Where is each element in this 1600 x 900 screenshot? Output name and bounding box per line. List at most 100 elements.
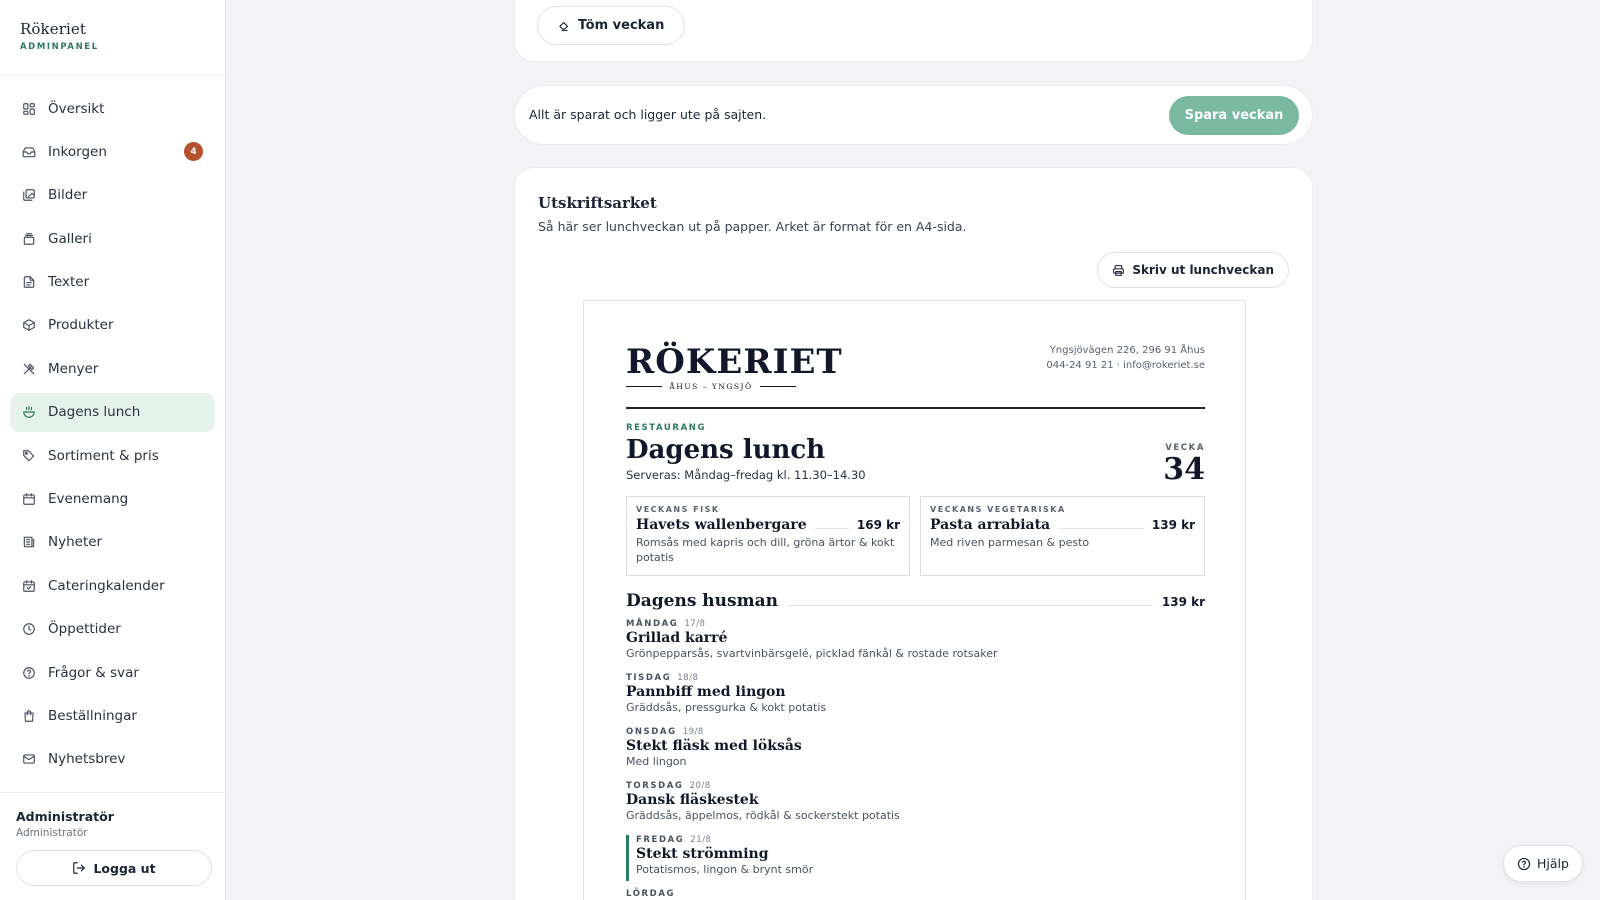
day-dish: Stekt strömming (636, 846, 769, 862)
featured-price: 169 kr (856, 518, 900, 532)
sidebar-item-menyer[interactable]: Menyer (10, 349, 215, 388)
clear-week-label: Töm veckan (578, 18, 665, 33)
user-name: Administratör (16, 809, 114, 824)
featured-name: Pasta arrabiata (930, 517, 1051, 533)
day-row: TISDAG 18/8 Pannbiff med lingon Gräddsås, p… (626, 673, 1206, 727)
save-week-button[interactable]: Spara veckan (1169, 96, 1299, 135)
sidebar-item-texter[interactable]: Texter (10, 263, 215, 302)
logo-divider (626, 386, 663, 387)
sidebar-item-nyhetsbrev[interactable]: Nyhetsbrev (10, 740, 215, 779)
day-date: 18/8 (677, 673, 699, 683)
print-week-button[interactable]: Skriv ut lunchveckan (1097, 252, 1289, 288)
sidebar-item-label: Nyheter (48, 534, 103, 551)
sidebar-item-label: Bilder (48, 187, 88, 204)
eraser-icon (559, 21, 569, 31)
sidebar-item-label: Produkter (48, 317, 114, 334)
day-date: 21/8 (690, 835, 712, 845)
day-heading: ONSDAG 19/8 (626, 727, 1206, 737)
sidebar-item-label: Dagens lunch (48, 404, 141, 421)
gallery-icon (22, 232, 36, 246)
sidebar-item-label: Nyhetsbrev (48, 751, 126, 768)
day-date: 19/8 (682, 727, 704, 737)
help-icon (1517, 857, 1531, 870)
sidebar-item-sortiment-pris[interactable]: Sortiment & pris (10, 436, 215, 475)
newspaper-icon (22, 535, 36, 549)
logo-wordmark: RÖKERIET (626, 342, 843, 382)
day-name: TISDAG (626, 673, 672, 683)
day-dish: Stekt fläsk med löksås (626, 738, 802, 754)
day-name: FREDAG (636, 835, 685, 845)
sidebar-item-bilder[interactable]: Bilder (10, 176, 215, 215)
contact-info: Yngsjövägen 226, 296 91 Åhus 044-24 91 2… (1046, 343, 1205, 373)
day-description: Potatismos, lingon & brynt smör (636, 863, 814, 876)
day-row: MÅNDAG 17/8 Grillad karré Grönpepparsås, sv… (626, 619, 1206, 673)
sidebar-item-beställningar[interactable]: Beställningar (10, 696, 215, 735)
featured-description: Romsås med kapris och dill, gröna ärtor … (636, 536, 895, 564)
print-card: Utskriftsarket Så här ser lunchveckan ut… (514, 167, 1313, 900)
husman-days: MÅNDAG 17/8 Grillad karré Grönpepparsås, sv… (626, 619, 1206, 900)
save-bar: Allt är sparat och ligger ute på sajten.… (514, 85, 1313, 145)
shopping-bag-icon (22, 709, 36, 723)
day-dish: Pannbiff med lingon (626, 684, 786, 700)
logout-button[interactable]: Logga ut (16, 850, 212, 886)
husman-price: 139 kr (1161, 595, 1205, 609)
week-actions-card: Töm veckan (514, 0, 1313, 62)
sidebar-item-inkorgen[interactable]: Inkorgen 4 (10, 132, 215, 171)
logo-divider (759, 386, 797, 387)
brand-name: Rökeriet (20, 20, 86, 38)
phone-email: 044-24 91 21 · info@rokeriet.se (1046, 360, 1205, 371)
day-heading: FREDAG 21/8 (636, 835, 1206, 845)
sidebar-item-label: Sortiment & pris (48, 447, 159, 464)
clock-icon (22, 622, 36, 636)
day-name: TORSDAG (626, 781, 684, 791)
mail-icon (22, 752, 36, 766)
featured-leader (814, 528, 849, 529)
save-status: Allt är sparat och ligger ute på sajten. (529, 107, 767, 122)
featured-dish-fish: VECKANS FISK Havets wallenbergare 169 kr… (626, 496, 910, 576)
featured-kicker: VECKANS VEGETARISKA (930, 505, 1066, 514)
sidebar: Rökeriet ADMINPANEL Översikt Inkorgen 4 Bil… (0, 0, 226, 900)
day-dish: Grillad karré (626, 630, 728, 646)
day-dish: Dansk fläskestek (626, 792, 759, 808)
day-description: Gräddsås, pressgurka & kokt potatis (626, 701, 827, 714)
sidebar-item-produkter[interactable]: Produkter (10, 306, 215, 345)
day-name: MÅNDAG (626, 619, 679, 629)
day-heading: LÖRDAG (626, 889, 1206, 899)
logo-tagline: ÅHUS – YNGSJÖ (669, 382, 753, 391)
sidebar-item-öppettider[interactable]: Öppettider (10, 610, 215, 649)
sidebar-item-label: Cateringkalender (48, 577, 165, 594)
sidebar-item-nyheter[interactable]: Nyheter (10, 523, 215, 562)
print-sheet: RÖKERIET ÅHUS – YNGSJÖ Yngsjövägen 226, … (583, 300, 1246, 900)
featured-row: Havets wallenbergare 169 kr (636, 517, 900, 533)
address: Yngsjövägen 226, 296 91 Åhus (1049, 345, 1205, 356)
sidebar-nav: Översikt Inkorgen 4 Bilder Galleri Texter Prod… (0, 76, 225, 779)
printer-icon (1113, 264, 1125, 276)
serving-hours: Serveras: Måndag–fredag kl. 11.30–14.30 (626, 468, 866, 482)
sidebar-item-dagens-lunch[interactable]: Dagens lunch (10, 392, 215, 432)
sidebar-item-label: Öppettider (48, 621, 121, 638)
day-date: 20/8 (689, 781, 711, 791)
header-rule (626, 407, 1205, 409)
print-title: Utskriftsarket (538, 194, 657, 212)
featured-kicker: VECKANS FISK (636, 505, 720, 514)
sidebar-item-evenemang[interactable]: Evenemang (10, 480, 215, 519)
clear-week-button[interactable]: Töm veckan (537, 6, 686, 45)
logout-label: Logga ut (93, 860, 156, 876)
sidebar-item-frågor-svar[interactable]: Frågor & svar (10, 653, 215, 692)
husman-leader (787, 605, 1152, 606)
sheet-title: Dagens lunch (626, 435, 826, 465)
week-number: 34 (1163, 452, 1205, 487)
help-button[interactable]: Hjälp (1503, 845, 1583, 882)
sidebar-item-galleri[interactable]: Galleri (10, 219, 215, 258)
brand-subtitle: ADMINPANEL (20, 42, 99, 52)
calendar-icon (22, 492, 36, 506)
sidebar-item-label: Frågor & svar (48, 664, 139, 681)
day-date: 17/8 (684, 619, 706, 629)
sidebar-item-cateringkalender[interactable]: Cateringkalender (10, 566, 215, 605)
day-description: Gräddsås, äppelmos, rödkål & sockerstekt… (626, 809, 900, 822)
sidebar-item-översikt[interactable]: Översikt (10, 89, 215, 128)
restaurant-logo: RÖKERIET ÅHUS – YNGSJÖ (626, 342, 843, 391)
day-heading: TISDAG 18/8 (626, 673, 1206, 683)
inbox-icon (22, 145, 36, 159)
sidebar-item-label: Galleri (48, 230, 92, 247)
